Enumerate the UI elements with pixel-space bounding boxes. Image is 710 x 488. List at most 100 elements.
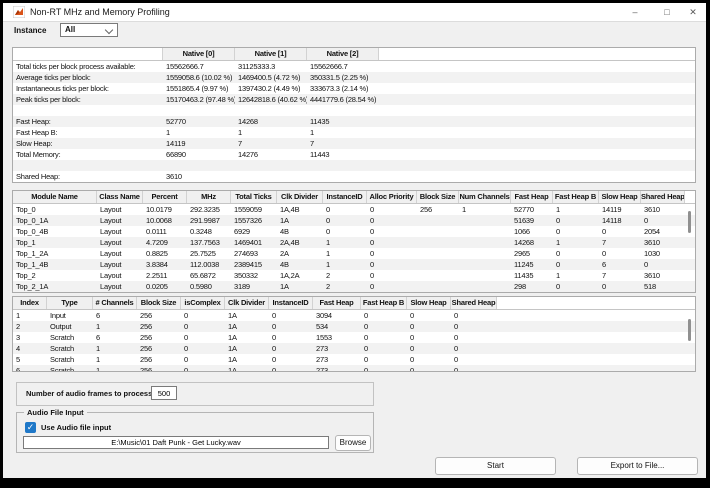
column-header[interactable]: Block Size bbox=[417, 191, 459, 203]
maximize-icon[interactable]: □ bbox=[654, 3, 680, 21]
column-header[interactable]: Module Name bbox=[13, 191, 97, 203]
column-header[interactable]: Slow Heap bbox=[599, 191, 641, 203]
table-cell: 0 bbox=[181, 354, 225, 365]
table-cell: 518 bbox=[641, 281, 685, 292]
column-header[interactable]: Block Size bbox=[137, 297, 181, 309]
table-cell: 1559058.6 (10.02 %) bbox=[163, 72, 235, 83]
column-header[interactable]: Num Channels bbox=[459, 191, 511, 203]
table-row[interactable]: Top_1_2ALayout0.882525.75252746932A10296… bbox=[13, 248, 695, 259]
table-cell: 1557326 bbox=[231, 215, 277, 226]
table-row[interactable]: Top_1Layout4.7209137.756314694012A,4B101… bbox=[13, 237, 695, 248]
table-cell: 0.0205 bbox=[143, 281, 187, 292]
export-button[interactable]: Export to File... bbox=[577, 457, 698, 475]
table-row[interactable]: Top_0_1ALayout10.0068291.998715573261A00… bbox=[13, 215, 695, 226]
table-row[interactable]: 4Scratch125601A0273000 bbox=[13, 343, 695, 354]
table-cell: 1 bbox=[553, 204, 599, 215]
table-cell: 0 bbox=[451, 365, 497, 372]
column-header[interactable]: Fast Heap B bbox=[361, 297, 407, 309]
table-cell: 6 bbox=[599, 259, 641, 270]
column-header[interactable]: Total Ticks bbox=[231, 191, 277, 203]
table-cell: 273 bbox=[313, 343, 361, 354]
vertical-scrollbar-thumb[interactable] bbox=[688, 211, 691, 233]
use-audio-checkbox[interactable]: ✓ bbox=[25, 422, 36, 433]
table-cell: Scratch bbox=[47, 365, 93, 372]
table-row[interactable]: Top_1_4BLayout3.8384112.003823894154B101… bbox=[13, 259, 695, 270]
column-header[interactable]: # Channels bbox=[93, 297, 137, 309]
table-cell: 0 bbox=[269, 354, 313, 365]
table-cell: Output bbox=[47, 321, 93, 332]
column-header[interactable]: Alloc Priority bbox=[367, 191, 417, 203]
table-row[interactable]: 1Input625601A03094000 bbox=[13, 310, 695, 321]
column-header[interactable]: Native [1] bbox=[235, 48, 307, 60]
column-header[interactable]: Fast Heap B bbox=[553, 191, 599, 203]
table-row[interactable]: Top_0Layout10.0179292.323515590591A,4B00… bbox=[13, 204, 695, 215]
table-cell: 1397430.2 (4.49 %) bbox=[235, 83, 307, 94]
column-header[interactable]: InstanceID bbox=[323, 191, 367, 203]
table-cell: 66890 bbox=[163, 149, 235, 160]
table-row[interactable]: Shared Heap:3610 bbox=[13, 171, 695, 182]
table-row[interactable]: Total ticks per block process available:… bbox=[13, 61, 695, 72]
table-row[interactable] bbox=[13, 105, 695, 116]
column-header[interactable]: InstanceID bbox=[269, 297, 313, 309]
table-row[interactable]: 3Scratch625601A01553000 bbox=[13, 332, 695, 343]
column-header[interactable]: MHz bbox=[187, 191, 231, 203]
column-header[interactable] bbox=[13, 48, 163, 60]
table-row[interactable]: 2Output125601A0534000 bbox=[13, 321, 695, 332]
column-header[interactable]: Clk Divider bbox=[277, 191, 323, 203]
table-row[interactable]: Top_2_1ALayout0.02050.598031891A20298005… bbox=[13, 281, 695, 292]
table-cell: 1A bbox=[225, 321, 269, 332]
column-header[interactable]: Native [0] bbox=[163, 48, 235, 60]
table-row[interactable]: Peak ticks per block:15170463.2 (97.48 %… bbox=[13, 94, 695, 105]
column-header[interactable]: Shared Heap bbox=[451, 297, 497, 309]
table-row[interactable]: Slow Heap:1411977 bbox=[13, 138, 695, 149]
table-cell: Layout bbox=[97, 237, 143, 248]
instance-dropdown[interactable]: All bbox=[60, 23, 118, 37]
table-cell: 14276 bbox=[235, 149, 307, 160]
table-cell: 0 bbox=[361, 343, 407, 354]
table-row[interactable]: 6Scratch125601A0273000 bbox=[13, 365, 695, 372]
column-header[interactable]: Clk Divider bbox=[225, 297, 269, 309]
table-cell: Average ticks per block: bbox=[13, 72, 163, 83]
column-header[interactable]: Percent bbox=[143, 191, 187, 203]
table-row[interactable]: Instantaneous ticks per block:1551865.4 … bbox=[13, 83, 695, 94]
table-cell: 3610 bbox=[641, 204, 685, 215]
table-row[interactable]: Top_0_4BLayout0.01110.324869294B00106600… bbox=[13, 226, 695, 237]
column-header[interactable]: Shared Heap bbox=[641, 191, 685, 203]
table-row[interactable] bbox=[13, 160, 695, 171]
table-row[interactable]: Fast Heap B:111 bbox=[13, 127, 695, 138]
table-row[interactable]: Total Memory:668901427611443 bbox=[13, 149, 695, 160]
table-cell: 0 bbox=[451, 354, 497, 365]
table-cell: 1559059 bbox=[231, 204, 277, 215]
table-row[interactable]: 5Scratch125601A0273000 bbox=[13, 354, 695, 365]
table-cell: 256 bbox=[137, 310, 181, 321]
table-cell: Layout bbox=[97, 215, 143, 226]
table-cell: Input bbox=[47, 310, 93, 321]
table-cell: 0 bbox=[323, 215, 367, 226]
minimize-icon[interactable]: – bbox=[622, 3, 648, 21]
table-cell: 0 bbox=[181, 365, 225, 372]
table-cell: 1A bbox=[225, 365, 269, 372]
table-row[interactable]: Average ticks per block:1559058.6 (10.02… bbox=[13, 72, 695, 83]
frames-input[interactable] bbox=[151, 386, 177, 400]
start-button[interactable]: Start bbox=[435, 457, 556, 475]
column-header[interactable]: Slow Heap bbox=[407, 297, 451, 309]
table-cell: 1 bbox=[93, 365, 137, 372]
column-header[interactable]: Class Name bbox=[97, 191, 143, 203]
column-header[interactable]: isComplex bbox=[181, 297, 225, 309]
audio-path-input[interactable] bbox=[23, 436, 329, 449]
vertical-scrollbar-thumb[interactable] bbox=[688, 319, 691, 341]
column-header[interactable]: Type bbox=[47, 297, 93, 309]
table-cell: 2 bbox=[323, 281, 367, 292]
column-header[interactable]: Index bbox=[13, 297, 47, 309]
table-cell: 0 bbox=[323, 204, 367, 215]
table-cell: 1 bbox=[93, 321, 137, 332]
table-row[interactable]: Fast Heap:527701426811435 bbox=[13, 116, 695, 127]
browse-button[interactable]: Browse bbox=[335, 435, 371, 451]
column-header[interactable]: Native [2] bbox=[307, 48, 379, 60]
table-cell: Scratch bbox=[47, 354, 93, 365]
table-row[interactable]: Top_2Layout2.251165.68723503321A,2A20114… bbox=[13, 270, 695, 281]
column-header[interactable]: Fast Heap bbox=[511, 191, 553, 203]
column-header[interactable]: Fast Heap bbox=[313, 297, 361, 309]
close-icon[interactable]: ✕ bbox=[680, 3, 706, 21]
table-cell: 333673.3 (2.14 %) bbox=[307, 83, 379, 94]
